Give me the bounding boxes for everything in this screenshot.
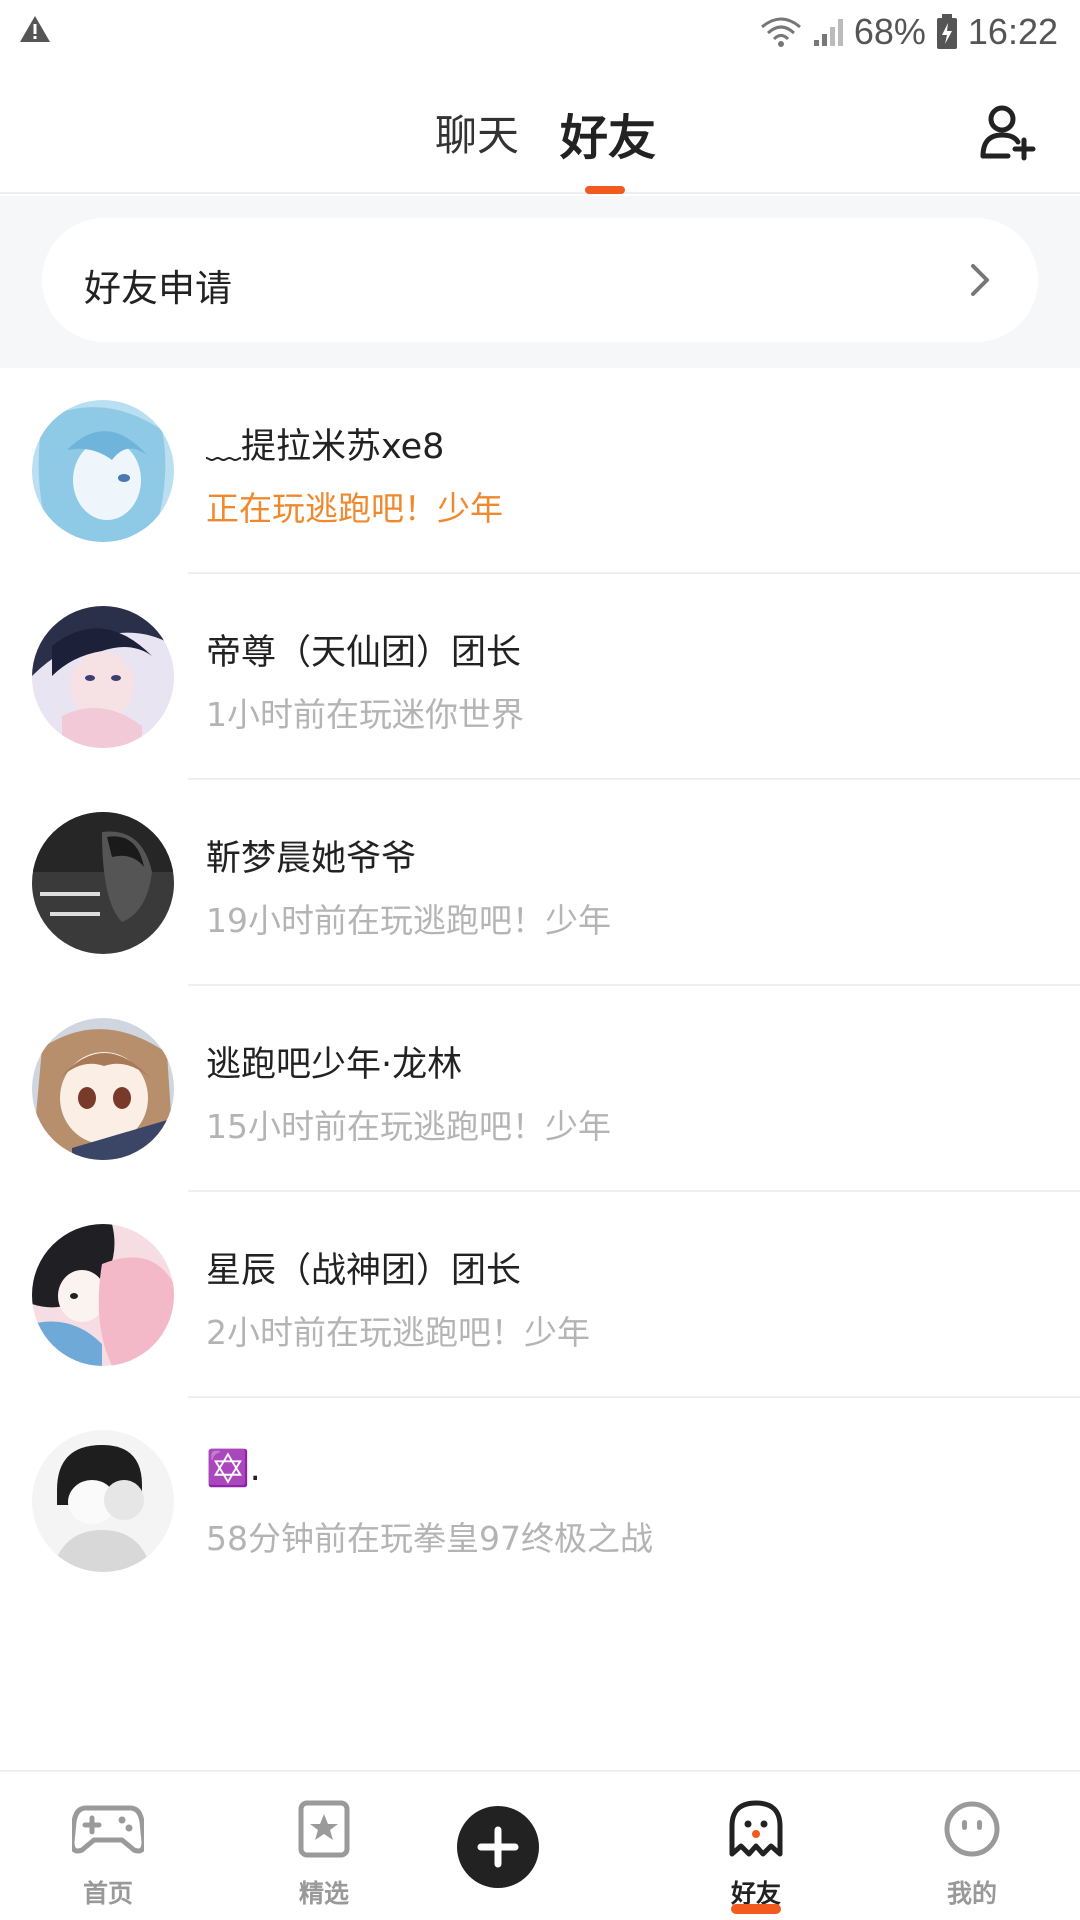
status-bar: 68% 16:22 <box>0 0 1080 62</box>
avatar[interactable] <box>32 400 174 542</box>
clock: 16:22 <box>967 11 1058 52</box>
friend-item[interactable]: 帝尊（天仙团）团长 1小时前在玩迷你世界 <box>0 574 1080 780</box>
friend-name: ﹏提拉米苏xe8 <box>206 427 445 467</box>
friend-name: 星辰（战神团）团长 <box>206 1251 522 1291</box>
friend-name: ✡️. <box>206 1449 261 1489</box>
star-bookmark-icon <box>298 1800 350 1858</box>
friend-request-button[interactable]: 好友申请 <box>42 218 1038 342</box>
nav-featured[interactable]: 精选 <box>216 1772 432 1920</box>
nav-label: 首页 <box>82 1879 133 1908</box>
friend-item[interactable]: ✡️. 58分钟前在玩拳皇97终极之战 <box>0 1398 1080 1604</box>
warning-icon <box>20 16 50 42</box>
friend-activity: 1小时前在玩迷你世界 <box>206 695 524 734</box>
bottom-nav: 首页 精选 好友 我的 <box>0 1770 1080 1920</box>
friend-item[interactable]: 星辰（战神团）团长 2小时前在玩逃跑吧！少年 <box>0 1192 1080 1398</box>
tab-friends[interactable]: 好友 <box>560 98 656 168</box>
ghost-icon <box>729 1800 783 1857</box>
nav-me[interactable]: 我的 <box>864 1772 1080 1920</box>
add-user-icon[interactable] <box>978 102 1038 162</box>
nav-label: 我的 <box>946 1879 997 1908</box>
nav-label: 精选 <box>298 1879 349 1908</box>
friend-name: 帝尊（天仙团）团长 <box>206 633 522 673</box>
friend-activity: 2小时前在玩逃跑吧！少年 <box>206 1313 590 1352</box>
tab-chat[interactable]: 聊天 <box>435 102 519 163</box>
battery-icon <box>936 14 957 49</box>
friend-list: ﹏提拉米苏xe8 正在玩逃跑吧！少年 帝尊（天仙团）团长 1小时前在玩迷你世界 <box>0 368 1080 1604</box>
friend-activity: 58分钟前在玩拳皇97终极之战 <box>206 1519 653 1558</box>
nav-friends[interactable]: 好友 <box>648 1772 864 1920</box>
plus-button[interactable] <box>457 1806 539 1888</box>
friend-request-label: 好友申请 <box>84 267 232 310</box>
avatar[interactable] <box>32 812 174 954</box>
wifi-icon <box>760 17 801 47</box>
friend-name: 靳梦晨她爷爷 <box>206 839 417 879</box>
friend-item[interactable]: 靳梦晨她爷爷 19小时前在玩逃跑吧！少年 <box>0 780 1080 986</box>
friend-request-section: 好友申请 <box>0 196 1080 368</box>
nav-home[interactable]: 首页 <box>0 1772 216 1920</box>
nav-create[interactable] <box>432 1772 648 1920</box>
face-icon <box>944 1801 1000 1857</box>
avatar[interactable] <box>32 1224 174 1366</box>
avatar[interactable] <box>32 1018 174 1160</box>
header: 聊天 好友 <box>0 62 1080 194</box>
avatar[interactable] <box>32 1430 174 1572</box>
friend-activity: 15小时前在玩逃跑吧！少年 <box>206 1107 611 1146</box>
signal-icon <box>813 19 843 46</box>
friend-item[interactable]: ﹏提拉米苏xe8 正在玩逃跑吧！少年 <box>0 368 1080 574</box>
active-tab-indicator <box>585 186 625 194</box>
friend-activity: 正在玩逃跑吧！少年 <box>206 489 503 528</box>
avatar[interactable] <box>32 606 174 748</box>
battery-percent: 68% <box>853 11 926 52</box>
friend-activity: 19小时前在玩逃跑吧！少年 <box>206 901 611 940</box>
chevron-right-icon <box>971 264 989 296</box>
gamepad-icon <box>72 1805 144 1854</box>
friend-item[interactable]: 逃跑吧少年·龙林 15小时前在玩逃跑吧！少年 <box>0 986 1080 1192</box>
active-nav-indicator <box>731 1904 781 1914</box>
plus-icon <box>477 1826 519 1868</box>
friend-name: 逃跑吧少年·龙林 <box>206 1045 463 1085</box>
